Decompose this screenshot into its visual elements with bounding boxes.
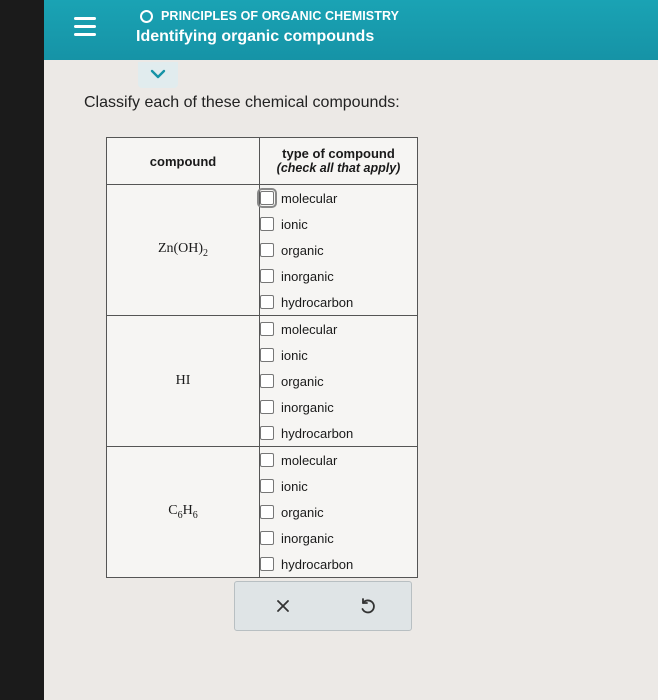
compound-cell: Zn(OH)2	[106, 184, 260, 316]
checkbox-box[interactable]	[260, 295, 274, 309]
checkbox-hydrocarbon[interactable]: hydrocarbon	[260, 551, 417, 577]
checkbox-label: organic	[281, 373, 324, 389]
checkbox-label: molecular	[281, 452, 338, 468]
column-header-type-subtitle: (check all that apply)	[276, 161, 401, 175]
compound-formula: HI	[175, 373, 191, 388]
checkbox-box[interactable]	[260, 322, 274, 336]
checkbox-box[interactable]	[260, 479, 274, 493]
topic-label: PRINCIPLES OF ORGANIC CHEMISTRY	[161, 9, 400, 23]
checkbox-box[interactable]	[260, 217, 274, 231]
undo-icon	[361, 598, 375, 614]
checkbox-label: ionic	[281, 347, 308, 363]
checkbox-hydrocarbon[interactable]: hydrocarbon	[260, 289, 417, 315]
table-row: Zn(OH)2 molecular ionic organic inorgani…	[106, 184, 418, 316]
progress-circle-icon	[140, 9, 153, 23]
compound-cell: HI	[106, 315, 260, 447]
question-prompt: Classify each of these chemical compound…	[84, 94, 400, 111]
checkbox-label: molecular	[281, 321, 338, 337]
checkbox-box[interactable]	[260, 243, 274, 257]
checkbox-ionic[interactable]: ionic	[260, 342, 417, 368]
table-row: C6H6 molecular ionic organic inorganic h…	[106, 446, 418, 578]
checkbox-box[interactable]	[260, 400, 274, 414]
device-bezel	[0, 0, 44, 700]
options-cell: molecular ionic organic inorganic hydroc…	[259, 446, 418, 578]
checkbox-molecular[interactable]: molecular	[260, 447, 417, 473]
checkbox-label: ionic	[281, 216, 308, 232]
column-header-type: type of compound (check all that apply)	[259, 137, 418, 185]
compound-cell: C6H6	[106, 446, 260, 578]
table-row: HI molecular ionic organic inorganic hyd…	[106, 315, 418, 447]
checkbox-box[interactable]	[260, 348, 274, 362]
checkbox-label: organic	[281, 242, 324, 258]
checkbox-label: hydrocarbon	[281, 556, 354, 572]
checkbox-label: hydrocarbon	[281, 294, 354, 310]
checkbox-inorganic[interactable]: inorganic	[260, 525, 417, 551]
column-header-compound: compound	[106, 137, 260, 185]
checkbox-label: molecular	[281, 190, 338, 206]
clear-button[interactable]	[271, 594, 295, 618]
compound-formula: Zn(OH)2	[157, 241, 209, 259]
main-content: Classify each of these chemical compound…	[44, 60, 658, 700]
options-cell: molecular ionic organic inorganic hydroc…	[257, 184, 418, 316]
page-title: Identifying organic compounds	[136, 28, 375, 45]
app-header: PRINCIPLES OF ORGANIC CHEMISTRY Identify…	[44, 0, 658, 60]
menu-icon[interactable]	[74, 17, 96, 37]
classification-table: compound type of compound (check all tha…	[106, 137, 418, 578]
checkbox-label: inorganic	[281, 399, 334, 415]
checkbox-organic[interactable]: organic	[260, 499, 417, 525]
checkbox-ionic[interactable]: ionic	[260, 211, 417, 237]
checkbox-label: hydrocarbon	[281, 425, 354, 441]
expand-button[interactable]	[138, 62, 178, 88]
checkbox-label: organic	[281, 504, 324, 520]
checkbox-box[interactable]	[260, 531, 274, 545]
column-header-type-title: type of compound	[282, 146, 395, 161]
chevron-down-icon	[150, 69, 166, 79]
checkbox-label: inorganic	[281, 268, 334, 284]
topic-line: PRINCIPLES OF ORGANIC CHEMISTRY	[140, 9, 399, 23]
checkbox-label: inorganic	[281, 530, 334, 546]
checkbox-hydrocarbon[interactable]: hydrocarbon	[260, 420, 417, 446]
checkbox-ionic[interactable]: ionic	[260, 473, 417, 499]
checkbox-box[interactable]	[260, 269, 274, 283]
checkbox-box[interactable]	[260, 426, 274, 440]
close-icon	[277, 600, 289, 612]
checkbox-box[interactable]	[257, 188, 277, 208]
answer-actions-bar	[234, 581, 412, 631]
checkbox-box[interactable]	[260, 453, 274, 467]
checkbox-inorganic[interactable]: inorganic	[260, 263, 417, 289]
checkbox-box[interactable]	[260, 374, 274, 388]
checkbox-organic[interactable]: organic	[260, 368, 417, 394]
table-header-row: compound type of compound (check all tha…	[106, 137, 418, 185]
checkbox-box[interactable]	[260, 557, 274, 571]
checkbox-molecular[interactable]: molecular	[257, 185, 417, 211]
checkbox-box[interactable]	[260, 505, 274, 519]
undo-button[interactable]	[355, 594, 379, 618]
checkbox-molecular[interactable]: molecular	[260, 316, 417, 342]
checkbox-organic[interactable]: organic	[260, 237, 417, 263]
checkbox-inorganic[interactable]: inorganic	[260, 394, 417, 420]
compound-formula: C6H6	[168, 503, 198, 521]
checkbox-label: ionic	[281, 478, 308, 494]
options-cell: molecular ionic organic inorganic hydroc…	[259, 315, 418, 447]
